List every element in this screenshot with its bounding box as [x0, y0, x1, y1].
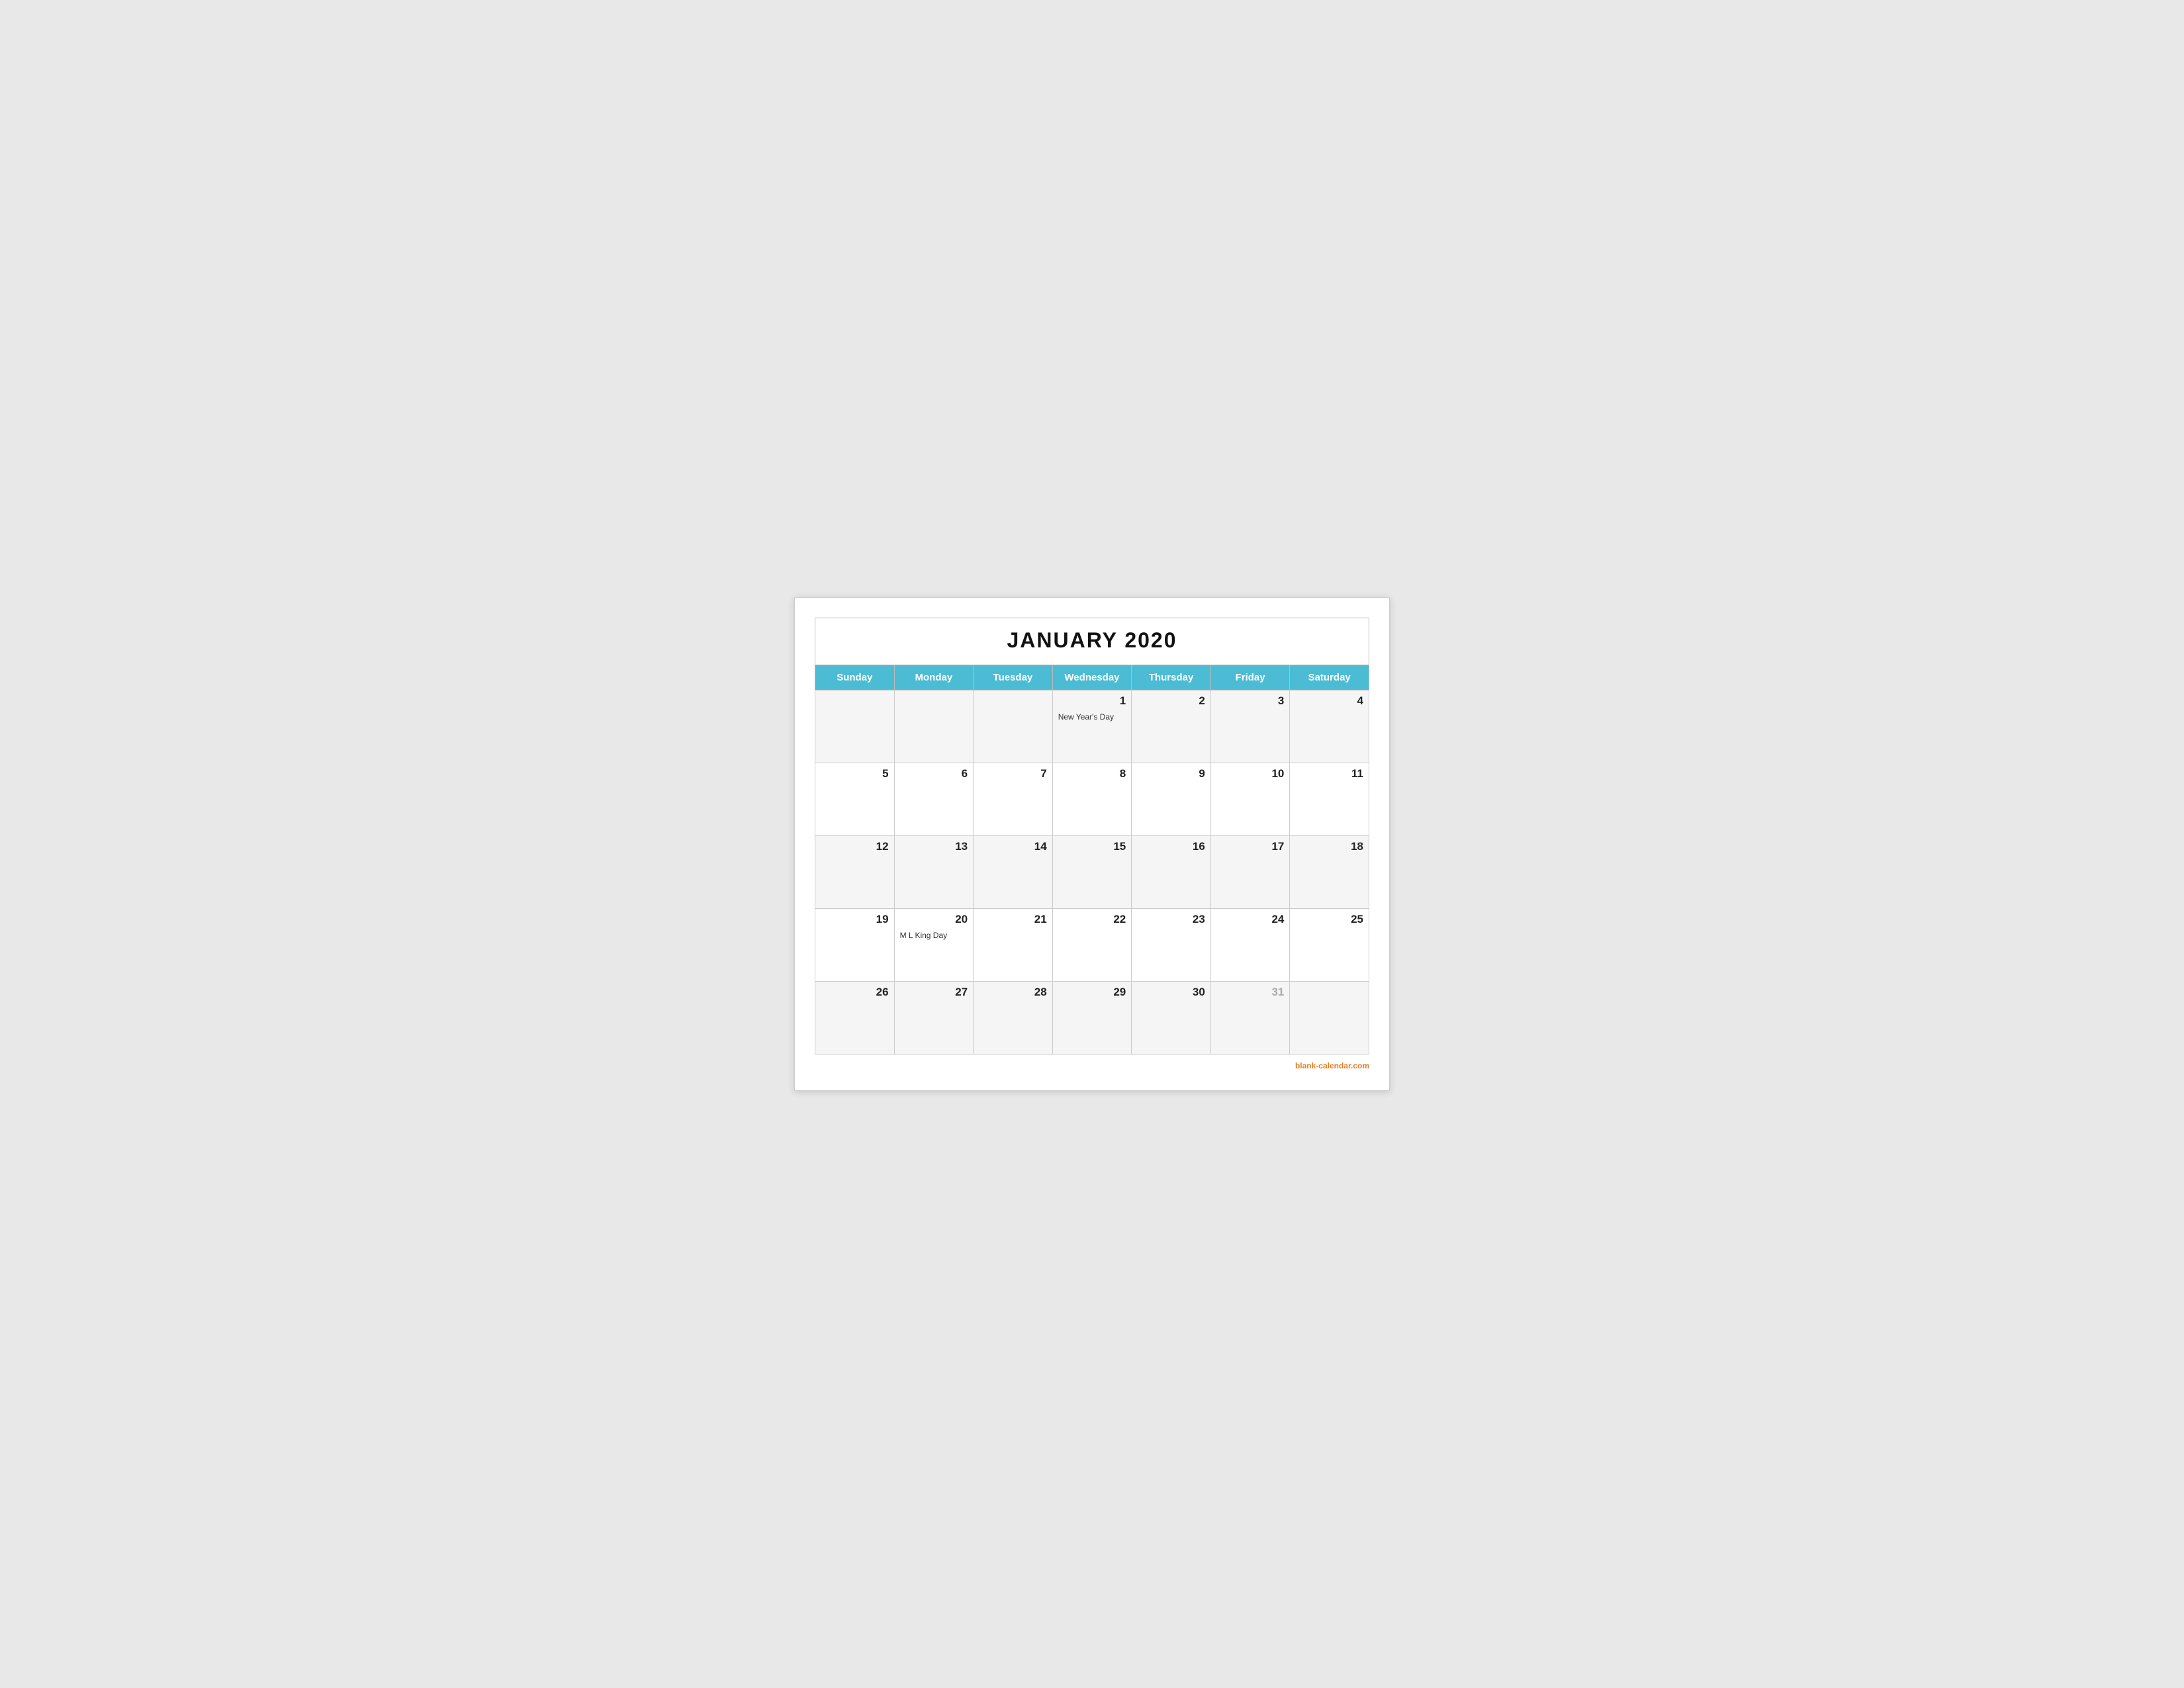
calendar-cell: 28: [974, 982, 1053, 1055]
date-number: 16: [1137, 840, 1205, 856]
date-number: 13: [900, 840, 968, 856]
date-number: 1: [1058, 694, 1126, 710]
calendar-title: JANUARY 2020: [815, 618, 1369, 665]
date-number: 6: [900, 767, 968, 783]
date-number: 31: [1216, 986, 1285, 1002]
calendar-cell: 20 M L King Day: [894, 909, 974, 982]
date-number: 21: [979, 913, 1047, 929]
calendar-cell: 29: [1052, 982, 1132, 1055]
calendar-cell: [815, 690, 895, 763]
date-number: 7: [979, 767, 1047, 783]
calendar-cell: 22: [1052, 909, 1132, 982]
calendar-cell: 14: [974, 836, 1053, 909]
date-number: 3: [1216, 694, 1285, 710]
calendar-cell: 8: [1052, 763, 1132, 836]
footer-link: blank-calendar.com: [1295, 1061, 1369, 1070]
date-number: 8: [1058, 767, 1126, 783]
calendar-cell: 16: [1132, 836, 1211, 909]
date-number: 17: [1216, 840, 1285, 856]
calendar-cell: 1 New Year's Day: [1052, 690, 1132, 763]
date-number: 23: [1137, 913, 1205, 929]
calendar-table: JANUARY 2020 SundayMondayTuesdayWednesda…: [815, 618, 1369, 1055]
calendar-page: JANUARY 2020 SundayMondayTuesdayWednesda…: [794, 597, 1390, 1091]
calendar-cell: 7: [974, 763, 1053, 836]
calendar-cell: 30: [1132, 982, 1211, 1055]
calendar-cell: 11: [1290, 763, 1369, 836]
date-number: 9: [1137, 767, 1205, 783]
calendar-cell: [894, 690, 974, 763]
calendar-cell: 26: [815, 982, 895, 1055]
calendar-cell: 3: [1210, 690, 1290, 763]
day-header-friday: Friday: [1210, 665, 1290, 690]
date-number: 20: [900, 913, 968, 929]
week-row: 19 20 M L King Day 21 22 23 24 25: [815, 909, 1369, 982]
calendar-cell: 24: [1210, 909, 1290, 982]
date-number: 19: [821, 913, 889, 929]
date-number: 26: [821, 986, 889, 1002]
footer: blank-calendar.com: [815, 1061, 1369, 1070]
holiday-label: New Year's Day: [1058, 712, 1126, 722]
date-number: 5: [821, 767, 889, 783]
date-number: 14: [979, 840, 1047, 856]
calendar-cell: [974, 690, 1053, 763]
week-row: 1 New Year's Day 234: [815, 690, 1369, 763]
holiday-label: M L King Day: [900, 931, 968, 940]
date-number: 27: [900, 986, 968, 1002]
calendar-cell: 19: [815, 909, 895, 982]
date-number: 15: [1058, 840, 1126, 856]
day-header-thursday: Thursday: [1132, 665, 1211, 690]
calendar-cell: 4: [1290, 690, 1369, 763]
day-header-monday: Monday: [894, 665, 974, 690]
calendar-cell: 31: [1210, 982, 1290, 1055]
calendar-cell: 9: [1132, 763, 1211, 836]
date-number: 22: [1058, 913, 1126, 929]
week-row: 12 13 14 15 16 17 18: [815, 836, 1369, 909]
calendar-cell: 13: [894, 836, 974, 909]
week-row: 56789 10 11: [815, 763, 1369, 836]
calendar-cell: 23: [1132, 909, 1211, 982]
date-number: 11: [1295, 767, 1363, 783]
date-number: 29: [1058, 986, 1126, 1002]
calendar-cell: 12: [815, 836, 895, 909]
calendar-cell: 5: [815, 763, 895, 836]
date-number: 28: [979, 986, 1047, 1002]
calendar-cell: 10: [1210, 763, 1290, 836]
calendar-cell: 27: [894, 982, 974, 1055]
date-number: 18: [1295, 840, 1363, 856]
calendar-cell: 21: [974, 909, 1053, 982]
date-number: 4: [1295, 694, 1363, 710]
day-header-wednesday: Wednesday: [1052, 665, 1132, 690]
day-header-tuesday: Tuesday: [974, 665, 1053, 690]
day-header-saturday: Saturday: [1290, 665, 1369, 690]
calendar-cell: 17: [1210, 836, 1290, 909]
date-number: 12: [821, 840, 889, 856]
calendar-cell: 15: [1052, 836, 1132, 909]
calendar-cell: 25: [1290, 909, 1369, 982]
week-row: 26 27 28 29 30 31: [815, 982, 1369, 1055]
date-number: 2: [1137, 694, 1205, 710]
date-number: 30: [1137, 986, 1205, 1002]
date-number: 25: [1295, 913, 1363, 929]
calendar-cell: [1290, 982, 1369, 1055]
calendar-cell: 18: [1290, 836, 1369, 909]
date-number: 10: [1216, 767, 1285, 783]
calendar-cell: 6: [894, 763, 974, 836]
day-header-sunday: Sunday: [815, 665, 895, 690]
calendar-cell: 2: [1132, 690, 1211, 763]
date-number: 24: [1216, 913, 1285, 929]
